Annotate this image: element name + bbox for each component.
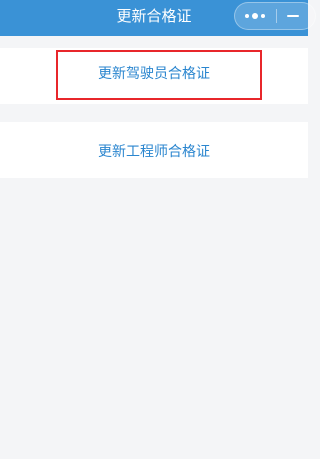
minimize-bar [287,15,299,17]
option-card-driver[interactable]: 更新驾驶员合格证 [0,48,308,104]
update-driver-certificate-link[interactable]: 更新驾驶员合格证 [0,46,308,102]
capsule-menu [234,2,316,30]
option-card-engineer[interactable]: 更新工程师合格证 [0,122,308,178]
update-engineer-certificate-link[interactable]: 更新工程师合格证 [0,124,308,180]
minimize-icon[interactable] [277,3,315,29]
dot [261,14,265,18]
dot [252,13,258,19]
navigation-bar: 更新合格证 [0,0,316,36]
dot [245,14,249,18]
more-dots-icon[interactable] [235,3,276,29]
